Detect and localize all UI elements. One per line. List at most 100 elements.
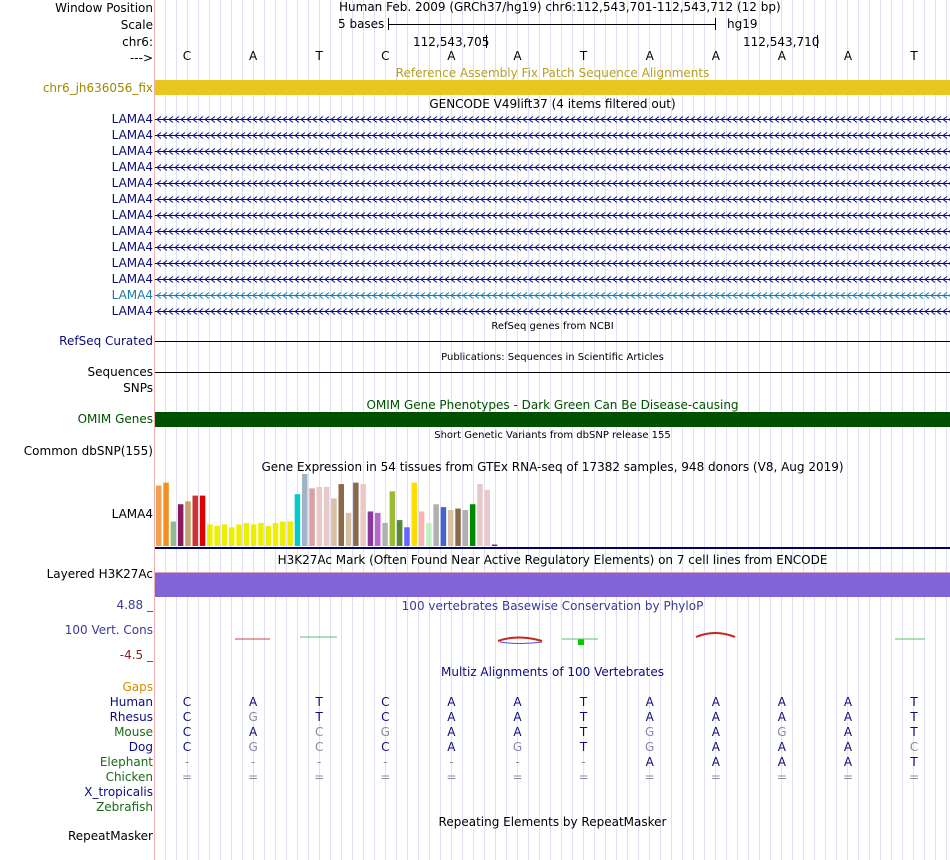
h3k27ac-title[interactable]: H3K27Ac Mark (Often Found Near Active Re… (155, 553, 950, 567)
refseq-label[interactable]: RefSeq Curated (59, 334, 153, 348)
gencode-transcript[interactable] (155, 291, 950, 300)
gtex-bar[interactable] (375, 512, 381, 546)
gencode-gene-label[interactable]: LAMA4 (112, 208, 153, 222)
gencode-gene-label[interactable]: LAMA4 (112, 112, 153, 126)
gencode-gene-label[interactable]: LAMA4 (112, 160, 153, 174)
h3k27ac-label[interactable]: Layered H3K27Ac (47, 567, 153, 581)
gencode-gene-label[interactable]: LAMA4 (112, 224, 153, 238)
gencode-gene-label[interactable]: LAMA4 (112, 192, 153, 206)
gtex-bar[interactable] (477, 484, 483, 546)
gtex-bar[interactable] (389, 491, 396, 546)
fix-patch-bar[interactable] (155, 80, 950, 95)
gencode-transcript[interactable] (155, 179, 950, 188)
gencode-transcript[interactable] (155, 227, 950, 236)
gtex-bar[interactable] (462, 510, 469, 546)
gtex-bar[interactable] (280, 521, 286, 546)
gtex-bar[interactable] (236, 524, 242, 546)
dbsnp-label[interactable]: Common dbSNP(155) (24, 444, 153, 458)
gtex-bar[interactable] (455, 508, 461, 546)
gencode-gene-label[interactable]: LAMA4 (112, 176, 153, 190)
fix-patch-label[interactable]: chr6_jh636056_fix (43, 81, 153, 95)
gtex-bar[interactable] (338, 484, 345, 546)
gtex-bar[interactable] (309, 488, 315, 546)
repeatmasker-title[interactable]: Repeating Elements by RepeatMasker (155, 815, 950, 829)
gtex-bar[interactable] (287, 521, 293, 546)
gaps-label[interactable]: Gaps (122, 680, 153, 694)
omim-title[interactable]: OMIM Gene Phenotypes - Dark Green Can Be… (155, 398, 950, 412)
species-label[interactable]: Elephant (100, 755, 153, 769)
gtex-bar[interactable] (433, 504, 439, 546)
multiz-title[interactable]: Multiz Alignments of 100 Vertebrates (155, 665, 950, 679)
gtex-bar[interactable] (229, 527, 235, 546)
gencode-transcript[interactable] (155, 259, 950, 268)
gencode-gene-label[interactable]: LAMA4 (112, 272, 153, 286)
species-label[interactable]: X_tropicalis (84, 785, 153, 799)
gencode-transcript[interactable] (155, 307, 950, 316)
gtex-bar[interactable] (265, 525, 272, 546)
gencode-gene-label[interactable]: LAMA4 (112, 304, 153, 318)
gtex-bar[interactable] (382, 522, 388, 546)
gencode-transcript[interactable] (155, 195, 950, 204)
gtex-bar[interactable] (426, 522, 432, 546)
gtex-bar[interactable] (418, 511, 425, 546)
gencode-title[interactable]: GENCODE V49lift37 (4 items filtered out) (155, 97, 950, 111)
phylop-title[interactable]: 100 vertebrates Basewise Conservation by… (155, 599, 950, 613)
gtex-bar[interactable] (302, 474, 308, 546)
species-label[interactable]: Chicken (106, 770, 153, 784)
phylop-label[interactable]: 100 Vert. Cons (65, 623, 153, 637)
gtex-chart[interactable] (155, 474, 950, 550)
gtex-bar[interactable] (353, 482, 359, 546)
gencode-gene-label[interactable]: LAMA4 (112, 240, 153, 254)
gtex-bar[interactable] (484, 489, 491, 546)
gtex-bar[interactable] (345, 512, 352, 546)
h3k27ac-bar[interactable] (155, 572, 950, 597)
repeatmasker-label[interactable]: RepeatMasker (68, 829, 153, 843)
omim-bar[interactable] (155, 412, 950, 427)
gtex-bar[interactable] (250, 524, 257, 546)
gencode-transcript[interactable] (155, 163, 950, 172)
publications-title[interactable]: Publications: Sequences in Scientific Ar… (155, 352, 950, 363)
gtex-bar[interactable] (243, 522, 250, 546)
refseq-title[interactable]: RefSeq genes from NCBI (155, 321, 950, 332)
species-label[interactable]: Human (110, 695, 153, 709)
publications-label[interactable]: Sequences (88, 365, 153, 379)
gtex-bar[interactable] (156, 485, 162, 546)
phylop-plot[interactable] (155, 625, 950, 650)
gtex-bar[interactable] (214, 525, 220, 546)
gencode-transcript[interactable] (155, 131, 950, 140)
gtex-bar[interactable] (192, 495, 199, 546)
gencode-transcript[interactable] (155, 147, 950, 156)
gtex-bar[interactable] (323, 486, 330, 546)
gtex-bar[interactable] (404, 527, 410, 546)
gtex-bar[interactable] (185, 501, 191, 546)
gtex-bar[interactable] (199, 495, 206, 546)
gtex-bar[interactable] (360, 484, 366, 546)
gtex-bar[interactable] (331, 498, 337, 546)
gtex-bar[interactable] (258, 522, 264, 546)
gtex-bar[interactable] (469, 504, 476, 546)
gencode-gene-label[interactable]: LAMA4 (112, 144, 153, 158)
snps-label[interactable]: SNPs (123, 381, 153, 395)
assembly-position[interactable]: Human Feb. 2009 (GRCh37/hg19) chr6:112,5… (339, 0, 781, 14)
gencode-transcript[interactable] (155, 243, 950, 252)
species-label[interactable]: Zebrafish (96, 800, 153, 814)
gtex-bar[interactable] (294, 494, 301, 546)
gtex-bar[interactable] (272, 522, 279, 546)
species-label[interactable]: Dog (129, 740, 153, 754)
gtex-bar[interactable] (396, 520, 403, 546)
gencode-gene-label[interactable]: LAMA4 (112, 288, 153, 302)
gencode-transcript[interactable] (155, 211, 950, 220)
species-label[interactable]: Rhesus (110, 710, 153, 724)
gtex-bar[interactable] (207, 524, 213, 546)
gtex-bar[interactable] (491, 544, 498, 546)
gtex-bar[interactable] (170, 521, 177, 546)
gtex-label[interactable]: LAMA4 (112, 507, 153, 521)
species-label[interactable]: Mouse (114, 725, 153, 739)
omim-label[interactable]: OMIM Genes (78, 412, 153, 426)
gtex-bar[interactable] (367, 511, 374, 546)
gtex-bar[interactable] (448, 510, 454, 546)
dbsnp-title[interactable]: Short Genetic Variants from dbSNP releas… (155, 430, 950, 441)
gtex-bar[interactable] (221, 524, 228, 546)
gencode-gene-label[interactable]: LAMA4 (112, 256, 153, 270)
gtex-bar[interactable] (163, 482, 169, 546)
